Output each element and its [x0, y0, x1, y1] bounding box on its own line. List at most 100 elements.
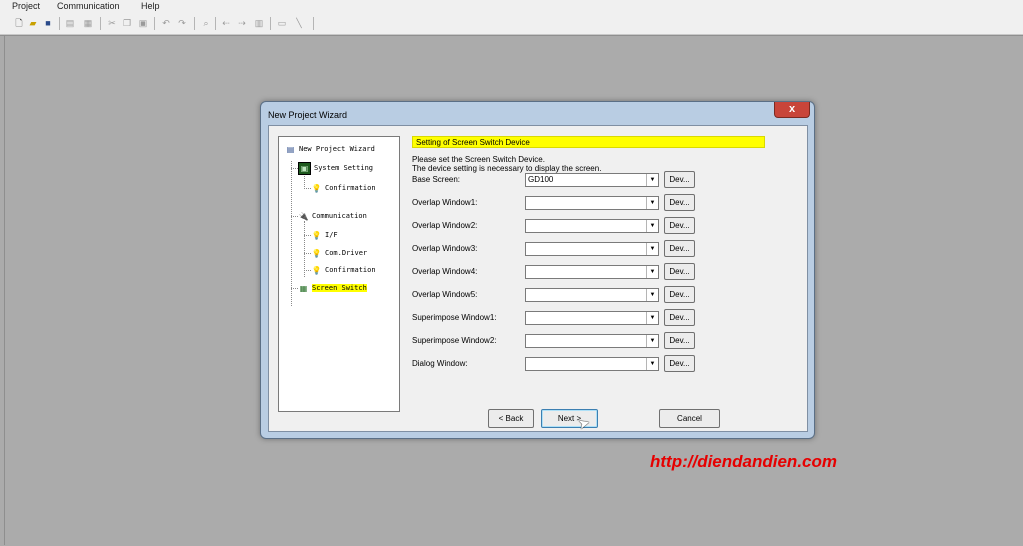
device-combo[interactable]: ▼	[525, 219, 659, 233]
field-label: Overlap Window2:	[412, 221, 478, 230]
dev-button[interactable]: Dev...	[664, 240, 695, 257]
chevron-down-icon[interactable]: ▼	[646, 197, 658, 209]
tree-line	[304, 235, 311, 236]
menu-bar: Project Communication Help	[0, 0, 1023, 14]
description: Please set the Screen Switch Device. The…	[412, 155, 601, 173]
close-icon: x	[788, 103, 796, 115]
field-label: Overlap Window3:	[412, 244, 478, 253]
chevron-down-icon[interactable]: ▼	[646, 335, 658, 347]
find-icon[interactable]: ⌕	[200, 17, 212, 29]
tree-line	[291, 161, 292, 306]
copy-icon[interactable]: ❐	[121, 17, 133, 29]
window-icon[interactable]: ▭	[276, 17, 288, 29]
section-header: Setting of Screen Switch Device	[412, 136, 765, 148]
chevron-down-icon[interactable]: ▼	[646, 220, 658, 232]
tree-line	[304, 221, 305, 277]
device-combo[interactable]: ▼	[525, 288, 659, 302]
dev-button[interactable]: Dev...	[664, 286, 695, 303]
paste-icon[interactable]: ▣	[137, 17, 149, 29]
tree-line	[291, 288, 298, 289]
new-icon[interactable]: 🗋	[13, 17, 25, 29]
workspace-border	[4, 35, 5, 545]
system-setting-icon: ▣	[298, 161, 311, 175]
screen-switch-icon: ▦	[299, 283, 308, 293]
field-label: Overlap Window1:	[412, 198, 478, 207]
open-icon[interactable]: ▰	[27, 17, 39, 29]
tree-line	[291, 168, 298, 169]
toolbar-separator	[59, 17, 60, 30]
device-combo[interactable]: ▼	[525, 265, 659, 279]
dialog-title: New Project Wizard	[268, 110, 348, 120]
save-icon[interactable]: ■	[42, 17, 54, 29]
back-button[interactable]: < Back	[488, 409, 534, 428]
tree-item-confirmation-1[interactable]: 💡 Confirmation	[311, 181, 376, 195]
description-line-2: The device setting is necessary to displ…	[412, 164, 602, 173]
dev-button[interactable]: Dev...	[664, 355, 695, 372]
forward-icon[interactable]: ⇢	[236, 17, 248, 29]
wizard-step-tree[interactable]: ▤ New Project Wizard ▣ System Setting 💡 Con…	[278, 136, 400, 412]
field-label: Base Screen:	[412, 175, 461, 184]
pen-icon[interactable]: ╲	[293, 17, 305, 29]
field-label: Superimpose Window2:	[412, 336, 497, 345]
dev-button[interactable]: Dev...	[664, 194, 695, 211]
dialog-client: ▤ New Project Wizard ▣ System Setting 💡 Con…	[268, 125, 808, 432]
chevron-down-icon[interactable]: ▼	[646, 266, 658, 278]
undo-icon[interactable]: ↶	[160, 17, 172, 29]
cut-icon[interactable]: ✂	[106, 17, 118, 29]
tree-item-if[interactable]: 💡 I/F	[311, 228, 338, 242]
menu-help[interactable]: Help	[141, 0, 160, 13]
chevron-down-icon[interactable]: ▼	[646, 289, 658, 301]
device-combo[interactable]: ▼	[525, 311, 659, 325]
tree-line	[291, 216, 298, 217]
description-line-1: Please set the Screen Switch Device.	[412, 155, 545, 164]
dev-button[interactable]: Dev...	[664, 332, 695, 349]
tree-item-communication[interactable]: 🔌 Communication	[298, 209, 367, 223]
tree-item-screen-switch[interactable]: ▦ Screen Switch	[298, 281, 367, 295]
tree-line	[304, 253, 311, 254]
tree-item-com-driver[interactable]: 💡 Com.Driver	[311, 246, 368, 260]
field-label: Overlap Window5:	[412, 290, 478, 299]
tree-line	[304, 188, 311, 189]
print-icon[interactable]: ▤	[64, 17, 76, 29]
toolbar-separator	[154, 17, 155, 30]
menu-project[interactable]: Project	[12, 0, 40, 13]
close-button[interactable]: x	[774, 102, 810, 118]
device-combo[interactable]: GD100 ▼	[525, 173, 659, 187]
dev-button[interactable]: Dev...	[664, 309, 695, 326]
field-label: Overlap Window4:	[412, 267, 478, 276]
device-combo[interactable]: ▼	[525, 357, 659, 371]
bulb-icon: 💡	[311, 183, 322, 193]
tree-line	[304, 270, 311, 271]
chevron-down-icon[interactable]: ▼	[646, 243, 658, 255]
toolbar: 🗋 ▰ ■ ▤ ▦ ✂ ❐ ▣ ↶ ↷ ⌕ ⇠ ⇢ ▥ ▭ ╲	[0, 14, 1023, 35]
tree-item-new-project-wizard[interactable]: ▤ New Project Wizard	[285, 142, 375, 156]
toolbar-separator	[215, 17, 216, 30]
device-combo[interactable]: ▼	[525, 334, 659, 348]
device-combo[interactable]: ▼	[525, 242, 659, 256]
communication-icon: 🔌	[298, 211, 309, 221]
back-icon[interactable]: ⇠	[220, 17, 232, 29]
dev-button[interactable]: Dev...	[664, 171, 695, 188]
bulb-icon: 💡	[311, 248, 322, 258]
tree-item-confirmation-2[interactable]: 💡 Confirmation	[311, 263, 376, 277]
device-combo[interactable]: ▼	[525, 196, 659, 210]
tree-item-system-setting[interactable]: ▣ System Setting	[298, 161, 373, 175]
screen-list-icon[interactable]: ▥	[253, 17, 265, 29]
toolbar-separator	[100, 17, 101, 30]
print-preview-icon[interactable]: ▦	[82, 17, 94, 29]
cancel-button[interactable]: Cancel	[659, 409, 720, 428]
watermark: http://diendandien.com	[650, 452, 837, 471]
bulb-icon: 💡	[311, 230, 322, 240]
dev-button[interactable]: Dev...	[664, 263, 695, 280]
chevron-down-icon[interactable]: ▼	[646, 174, 658, 186]
device-combo-value: GD100	[528, 175, 554, 184]
project-icon: ▤	[286, 144, 295, 154]
chevron-down-icon[interactable]: ▼	[646, 358, 658, 370]
chevron-down-icon[interactable]: ▼	[646, 312, 658, 324]
field-label: Superimpose Window1:	[412, 313, 497, 322]
menu-communication[interactable]: Communication	[57, 0, 120, 13]
toolbar-separator	[270, 17, 271, 30]
redo-icon[interactable]: ↷	[176, 17, 188, 29]
bulb-icon: 💡	[311, 265, 322, 275]
dev-button[interactable]: Dev...	[664, 217, 695, 234]
